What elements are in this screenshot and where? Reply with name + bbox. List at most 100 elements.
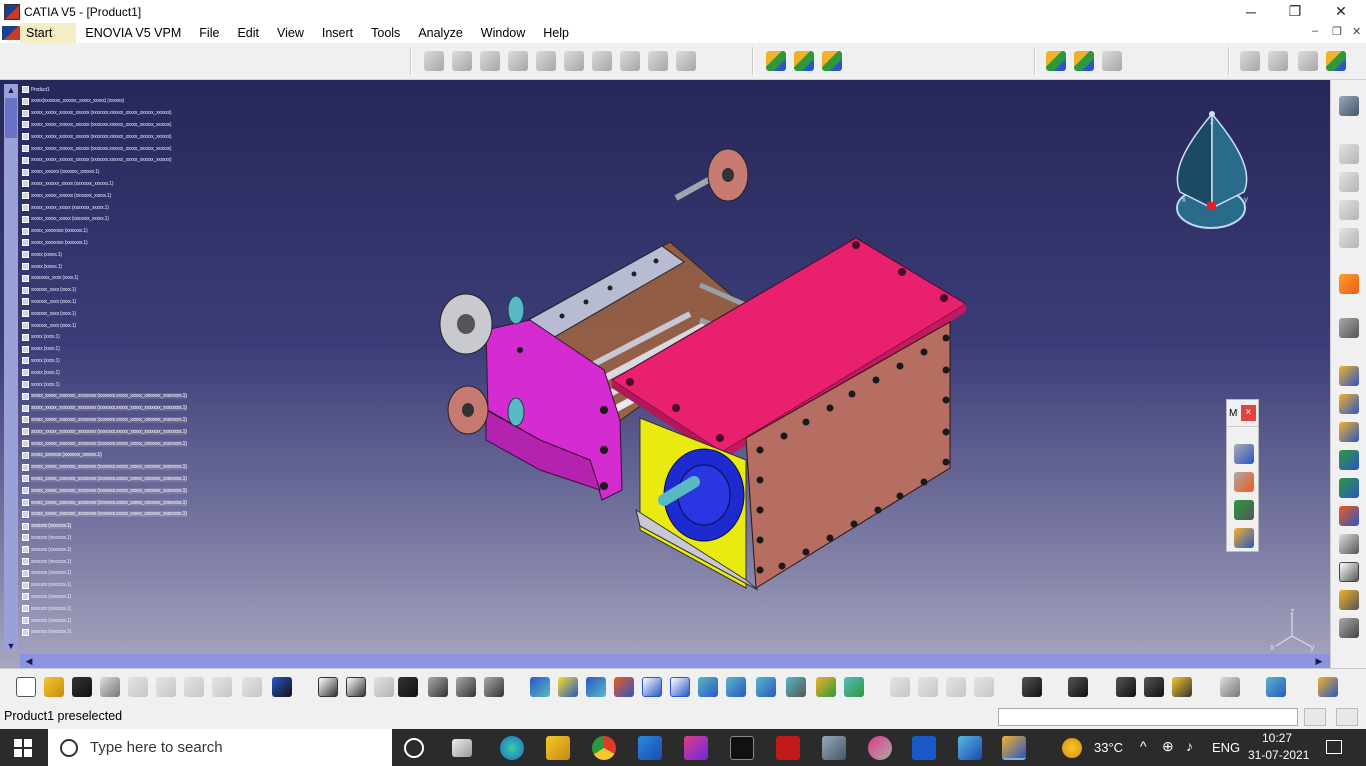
tree-node[interactable]: xxxxx_xxxxx_xxxxx (xxxxxxx_xxxxx.1): [22, 214, 109, 225]
weather-temperature[interactable]: 33°C: [1094, 740, 1123, 755]
formula-fx-icon[interactable]: [318, 677, 338, 697]
tree-node[interactable]: xxxxx_xxxxx_xxxxxxx_xxxxxxxx (xxxxxxx.xx…: [22, 485, 187, 496]
explode-icon[interactable]: [1046, 51, 1066, 71]
angle-constraint-icon[interactable]: [536, 51, 556, 71]
taskbar-search[interactable]: Type here to search: [48, 729, 392, 766]
save-icon[interactable]: [72, 677, 92, 697]
tree-node[interactable]: xxxxxxx_xxxx (xxxx.1): [22, 308, 76, 319]
command-input[interactable]: [998, 708, 1298, 726]
view-annotation-icon[interactable]: [1339, 590, 1359, 610]
quick-select-icon[interactable]: [890, 677, 910, 697]
tree-node[interactable]: xxxxxxx_xxxx (xxxx.1): [22, 296, 76, 307]
tree-node[interactable]: xxxxxxx (xxxxxxx.1): [22, 591, 71, 602]
tree-node[interactable]: xxxxx_xxxxx_xxxxxxx_xxxxxxxx (xxxxxxx.xx…: [22, 509, 187, 520]
catalog-browser-icon[interactable]: [1240, 51, 1260, 71]
reset-position-icon[interactable]: [1339, 394, 1359, 414]
redo-icon[interactable]: [242, 677, 262, 697]
sectioning-icon[interactable]: [1144, 677, 1164, 697]
open-folder-icon[interactable]: [44, 677, 64, 697]
tree-node[interactable]: xxxxx (xxxx.1): [22, 355, 60, 366]
tree-node[interactable]: xxxxxxx (xxxxxxx.1): [22, 568, 71, 579]
zoom-out-icon[interactable]: [670, 677, 690, 697]
tree-node[interactable]: xxxxx_xxxxx_xxxxxx_xxxxxx (xxxxxxx.xxxxx…: [22, 143, 172, 154]
terminal-icon[interactable]: [730, 736, 754, 760]
clipping-icon[interactable]: [1068, 677, 1088, 697]
tree-node[interactable]: xxxxx_xxxxx_xxxxxx_xxxxxx (xxxxxxx.xxxxx…: [22, 119, 172, 130]
tree-node[interactable]: xxxxx (xxxxx.1): [22, 261, 62, 272]
table-icon[interactable]: [398, 677, 418, 697]
snipping-tool-icon[interactable]: [868, 736, 892, 760]
constraints-icon[interactable]: [1339, 422, 1359, 442]
show-hidden-icons-chevron-icon[interactable]: ^: [1140, 738, 1147, 754]
assembly-model-svg[interactable]: z x y z x y: [0, 80, 1330, 668]
windows-start-icon[interactable]: [14, 739, 32, 757]
manipulation-icon[interactable]: [1074, 51, 1094, 71]
tree-node[interactable]: xxxxxxx (xxxxxxx.1): [22, 544, 71, 555]
lock-icon[interactable]: [456, 677, 476, 697]
measure-between-icon[interactable]: [946, 677, 966, 697]
publication-icon[interactable]: [1339, 478, 1359, 498]
tree-node[interactable]: xxxxx_xxxxxx_xxxxx (xxxxxxx_xxxxxx.1): [22, 178, 114, 189]
new-product-icon[interactable]: [794, 51, 814, 71]
gear-settings-icon[interactable]: [1339, 96, 1359, 116]
tree-node[interactable]: xxxxxxx (xxxxxxx.1): [22, 615, 71, 626]
tree-root[interactable]: Product1: [22, 84, 50, 95]
file-explorer-icon[interactable]: [546, 736, 570, 760]
tree-node[interactable]: xxxxxxx (xxxxxxx.1): [22, 627, 71, 638]
compass-plane-icon[interactable]: [1266, 677, 1286, 697]
knowledge-wizard-icon[interactable]: [1326, 51, 1346, 71]
assembly-constraint-icon[interactable]: [424, 51, 444, 71]
flexible-subassembly-icon[interactable]: [648, 51, 668, 71]
replace-component-icon[interactable]: [1339, 200, 1359, 220]
clash-icon[interactable]: [1339, 506, 1359, 526]
tree-node[interactable]: xxxxxxx (xxxxxxx.1): [22, 521, 71, 532]
hide-show-icon[interactable]: [816, 677, 836, 697]
tree-node[interactable]: xxxxx_xxxxx_xxxxxxx_xxxxxxxx (xxxxxxx.xx…: [22, 391, 187, 402]
tree-node[interactable]: xxxxx_xxxxx_xxxxxxx_xxxxxxxx (xxxxxxx.xx…: [22, 438, 187, 449]
snap-icon[interactable]: [1102, 51, 1122, 71]
clock-time[interactable]: 10:27: [1262, 731, 1292, 745]
left-bearing-bottom[interactable]: [507, 397, 525, 427]
scroll-right-arrow-icon[interactable]: ▶: [1312, 654, 1326, 668]
tree-node[interactable]: xxxxx_xxxxx_xxxxxxx_xxxxxxxx (xxxxxxx.xx…: [22, 403, 187, 414]
menu-analyze[interactable]: Analyze: [409, 23, 471, 43]
intellij-icon[interactable]: [684, 736, 708, 760]
pan-icon[interactable]: [586, 677, 606, 697]
tree-node[interactable]: xxxxxxx_xxxx (xxxx.1): [22, 285, 76, 296]
restore-button[interactable]: ❐: [1272, 0, 1318, 23]
menu-file[interactable]: File: [190, 23, 228, 43]
tree-node[interactable]: xxxxx_xxxxx_xxxxxxx_xxxxxxxx (xxxxxxx.xx…: [22, 414, 187, 425]
start-menu-icon[interactable]: [2, 26, 20, 40]
tree-node[interactable]: xxxxx_xxxxx_xxxxxxx_xxxxxxxx (xxxxxxx.xx…: [22, 473, 187, 484]
menu-insert[interactable]: Insert: [313, 23, 362, 43]
existing-component-icon[interactable]: [1339, 172, 1359, 192]
clock-date[interactable]: 31-07-2021: [1248, 748, 1309, 762]
manipulate-icon[interactable]: [1234, 444, 1254, 464]
left-flange-top[interactable]: [439, 293, 493, 355]
new-file-icon[interactable]: [16, 677, 36, 697]
print-icon[interactable]: [100, 677, 120, 697]
measure-item-icon[interactable]: [974, 677, 994, 697]
top-flange[interactable]: [674, 148, 749, 202]
input-language[interactable]: ENG: [1212, 740, 1240, 755]
next-icon[interactable]: [918, 677, 938, 697]
floating-toolbar[interactable]: M ×: [1226, 399, 1259, 552]
menu-enovia[interactable]: ENOVIA V5 VPM: [76, 23, 190, 43]
notifications-icon[interactable]: [1326, 740, 1342, 754]
remote-desktop-icon[interactable]: [822, 736, 846, 760]
tree-node[interactable]: xxxxx_xxxxx_xxxxxxx_xxxxxxxx (xxxxxxx.xx…: [22, 497, 187, 508]
tree-node[interactable]: xxxxx_xxxxx_xxxxx (xxxxxxx_xxxxx.1): [22, 202, 109, 213]
menu-window[interactable]: Window: [472, 23, 534, 43]
explode-icon[interactable]: [1234, 500, 1254, 520]
contact-constraint-icon[interactable]: [480, 51, 500, 71]
undo-icon[interactable]: [212, 677, 232, 697]
menu-view[interactable]: View: [268, 23, 313, 43]
horizontal-scrollbar[interactable]: ◀ ▶: [20, 654, 1330, 668]
fix-component-icon[interactable]: [564, 51, 584, 71]
parameters-icon[interactable]: [484, 677, 504, 697]
knowledge-icon[interactable]: [374, 677, 394, 697]
cortana-icon[interactable]: [404, 738, 424, 758]
tree-node[interactable]: xxxxxxx (xxxxxxx.1): [22, 603, 71, 614]
photos-icon[interactable]: [958, 736, 982, 760]
volume-icon[interactable]: ♪: [1186, 738, 1193, 754]
